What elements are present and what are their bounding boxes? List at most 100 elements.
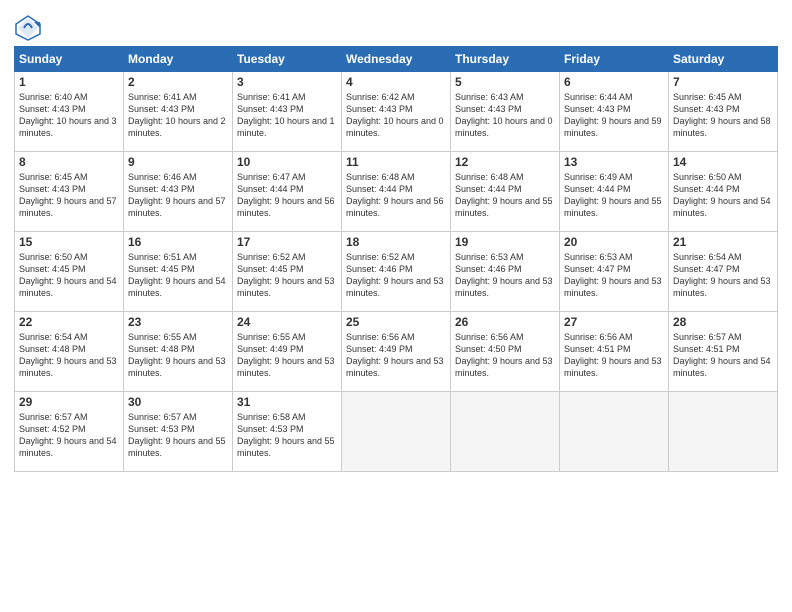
calendar-cell: 8 Sunrise: 6:45 AMSunset: 4:43 PMDaylight… (15, 152, 124, 232)
calendar-cell: 21Sunrise: 6:54 AMSunset: 4:47 PMDayligh… (669, 232, 778, 312)
day-number: 26 (455, 315, 555, 329)
calendar-cell: 19 Sunrise: 6:53 AMSunset: 4:46 PMDayligh… (451, 232, 560, 312)
day-info: Sunrise: 6:42 AMSunset: 4:43 PMDaylight:… (346, 91, 446, 140)
calendar-cell: 22 Sunrise: 6:54 AMSunset: 4:48 PMDayligh… (15, 312, 124, 392)
calendar-cell: 27 Sunrise: 6:56 AMSunset: 4:51 PMDayligh… (560, 312, 669, 392)
day-number: 31 (237, 395, 337, 409)
calendar-cell: 3 Sunrise: 6:41 AMSunset: 4:43 PMDaylight… (233, 72, 342, 152)
calendar-table: SundayMondayTuesdayWednesdayThursdayFrid… (14, 46, 778, 472)
day-number: 18 (346, 235, 446, 249)
calendar-week-row: 22 Sunrise: 6:54 AMSunset: 4:48 PMDayligh… (15, 312, 778, 392)
weekday-header: Tuesday (233, 47, 342, 72)
day-number: 22 (19, 315, 119, 329)
weekday-header: Saturday (669, 47, 778, 72)
calendar-week-row: 29 Sunrise: 6:57 AMSunset: 4:52 PMDayligh… (15, 392, 778, 472)
day-number: 1 (19, 75, 119, 89)
calendar-cell: 28Sunrise: 6:57 AMSunset: 4:51 PMDayligh… (669, 312, 778, 392)
day-number: 5 (455, 75, 555, 89)
calendar-cell: 14 Sunrise: 6:50 AMSunset: 4:44 PMDayligh… (669, 152, 778, 232)
day-number: 23 (128, 315, 228, 329)
logo (14, 14, 46, 42)
day-number: 29 (19, 395, 119, 409)
weekday-header: Friday (560, 47, 669, 72)
calendar-cell: 29 Sunrise: 6:57 AMSunset: 4:52 PMDayligh… (15, 392, 124, 472)
day-info: Sunrise: 6:41 AMSunset: 4:43 PMDaylight:… (237, 91, 337, 140)
day-info: Sunrise: 6:55 AMSunset: 4:48 PMDaylight:… (128, 331, 228, 380)
calendar-cell: 12Sunrise: 6:48 AMSunset: 4:44 PMDayligh… (451, 152, 560, 232)
header (14, 10, 778, 42)
calendar-cell: 20 Sunrise: 6:53 AMSunset: 4:47 PMDayligh… (560, 232, 669, 312)
calendar-cell: 17Sunrise: 6:52 AMSunset: 4:45 PMDayligh… (233, 232, 342, 312)
day-number: 2 (128, 75, 228, 89)
day-number: 19 (455, 235, 555, 249)
calendar-cell: 2 Sunrise: 6:41 AMSunset: 4:43 PMDaylight… (124, 72, 233, 152)
day-info: Sunrise: 6:49 AMSunset: 4:44 PMDaylight:… (564, 171, 664, 220)
day-info: Sunrise: 6:46 AMSunset: 4:43 PMDaylight:… (128, 171, 228, 220)
logo-icon (14, 14, 42, 42)
calendar-cell: 25Sunrise: 6:56 AMSunset: 4:49 PMDayligh… (342, 312, 451, 392)
calendar-cell: 16 Sunrise: 6:51 AMSunset: 4:45 PMDayligh… (124, 232, 233, 312)
day-info: Sunrise: 6:58 AMSunset: 4:53 PMDaylight:… (237, 411, 337, 460)
calendar-week-row: 8 Sunrise: 6:45 AMSunset: 4:43 PMDaylight… (15, 152, 778, 232)
day-number: 20 (564, 235, 664, 249)
day-number: 9 (128, 155, 228, 169)
day-info: Sunrise: 6:55 AMSunset: 4:49 PMDaylight:… (237, 331, 337, 380)
day-number: 8 (19, 155, 119, 169)
weekday-header: Thursday (451, 47, 560, 72)
day-number: 6 (564, 75, 664, 89)
day-number: 3 (237, 75, 337, 89)
day-info: Sunrise: 6:45 AMSunset: 4:43 PMDaylight:… (19, 171, 119, 220)
day-number: 17 (237, 235, 337, 249)
day-info: Sunrise: 6:44 AMSunset: 4:43 PMDaylight:… (564, 91, 664, 140)
day-number: 7 (673, 75, 773, 89)
weekday-header: Sunday (15, 47, 124, 72)
calendar-cell: 4 Sunrise: 6:42 AMSunset: 4:43 PMDaylight… (342, 72, 451, 152)
day-info: Sunrise: 6:56 AMSunset: 4:51 PMDaylight:… (564, 331, 664, 380)
calendar-cell: 5 Sunrise: 6:43 AMSunset: 4:43 PMDaylight… (451, 72, 560, 152)
calendar-cell: 26 Sunrise: 6:56 AMSunset: 4:50 PMDayligh… (451, 312, 560, 392)
day-info: Sunrise: 6:54 AMSunset: 4:47 PMDaylight:… (673, 251, 773, 300)
day-info: Sunrise: 6:51 AMSunset: 4:45 PMDaylight:… (128, 251, 228, 300)
calendar-cell: 6 Sunrise: 6:44 AMSunset: 4:43 PMDaylight… (560, 72, 669, 152)
day-number: 13 (564, 155, 664, 169)
calendar-cell: 1 Sunrise: 6:40 AMSunset: 4:43 PMDaylight… (15, 72, 124, 152)
day-info: Sunrise: 6:53 AMSunset: 4:46 PMDaylight:… (455, 251, 555, 300)
calendar-week-row: 15 Sunrise: 6:50 AMSunset: 4:45 PMDayligh… (15, 232, 778, 312)
calendar-cell: 10 Sunrise: 6:47 AMSunset: 4:44 PMDayligh… (233, 152, 342, 232)
day-info: Sunrise: 6:57 AMSunset: 4:51 PMDaylight:… (673, 331, 773, 380)
day-info: Sunrise: 6:47 AMSunset: 4:44 PMDaylight:… (237, 171, 337, 220)
calendar-cell: 9 Sunrise: 6:46 AMSunset: 4:43 PMDaylight… (124, 152, 233, 232)
day-info: Sunrise: 6:50 AMSunset: 4:44 PMDaylight:… (673, 171, 773, 220)
calendar-cell: 30Sunrise: 6:57 AMSunset: 4:53 PMDayligh… (124, 392, 233, 472)
calendar-cell: 13 Sunrise: 6:49 AMSunset: 4:44 PMDayligh… (560, 152, 669, 232)
day-info: Sunrise: 6:40 AMSunset: 4:43 PMDaylight:… (19, 91, 119, 140)
day-number: 27 (564, 315, 664, 329)
day-number: 16 (128, 235, 228, 249)
calendar-cell (451, 392, 560, 472)
day-info: Sunrise: 6:43 AMSunset: 4:43 PMDaylight:… (455, 91, 555, 140)
calendar-cell: 7Sunrise: 6:45 AMSunset: 4:43 PMDaylight… (669, 72, 778, 152)
day-info: Sunrise: 6:41 AMSunset: 4:43 PMDaylight:… (128, 91, 228, 140)
calendar-cell: 23 Sunrise: 6:55 AMSunset: 4:48 PMDayligh… (124, 312, 233, 392)
day-number: 14 (673, 155, 773, 169)
calendar-cell: 18Sunrise: 6:52 AMSunset: 4:46 PMDayligh… (342, 232, 451, 312)
day-number: 10 (237, 155, 337, 169)
calendar-week-row: 1 Sunrise: 6:40 AMSunset: 4:43 PMDaylight… (15, 72, 778, 152)
calendar-cell (560, 392, 669, 472)
calendar-cell (669, 392, 778, 472)
weekday-header: Monday (124, 47, 233, 72)
calendar-cell: 31 Sunrise: 6:58 AMSunset: 4:53 PMDayligh… (233, 392, 342, 472)
day-number: 15 (19, 235, 119, 249)
day-info: Sunrise: 6:50 AMSunset: 4:45 PMDaylight:… (19, 251, 119, 300)
day-info: Sunrise: 6:57 AMSunset: 4:52 PMDaylight:… (19, 411, 119, 460)
day-info: Sunrise: 6:54 AMSunset: 4:48 PMDaylight:… (19, 331, 119, 380)
day-info: Sunrise: 6:56 AMSunset: 4:50 PMDaylight:… (455, 331, 555, 380)
day-info: Sunrise: 6:57 AMSunset: 4:53 PMDaylight:… (128, 411, 228, 460)
day-info: Sunrise: 6:48 AMSunset: 4:44 PMDaylight:… (455, 171, 555, 220)
calendar-cell: 15 Sunrise: 6:50 AMSunset: 4:45 PMDayligh… (15, 232, 124, 312)
day-info: Sunrise: 6:48 AMSunset: 4:44 PMDaylight:… (346, 171, 446, 220)
day-number: 25 (346, 315, 446, 329)
day-info: Sunrise: 6:53 AMSunset: 4:47 PMDaylight:… (564, 251, 664, 300)
day-number: 11 (346, 155, 446, 169)
day-number: 4 (346, 75, 446, 89)
